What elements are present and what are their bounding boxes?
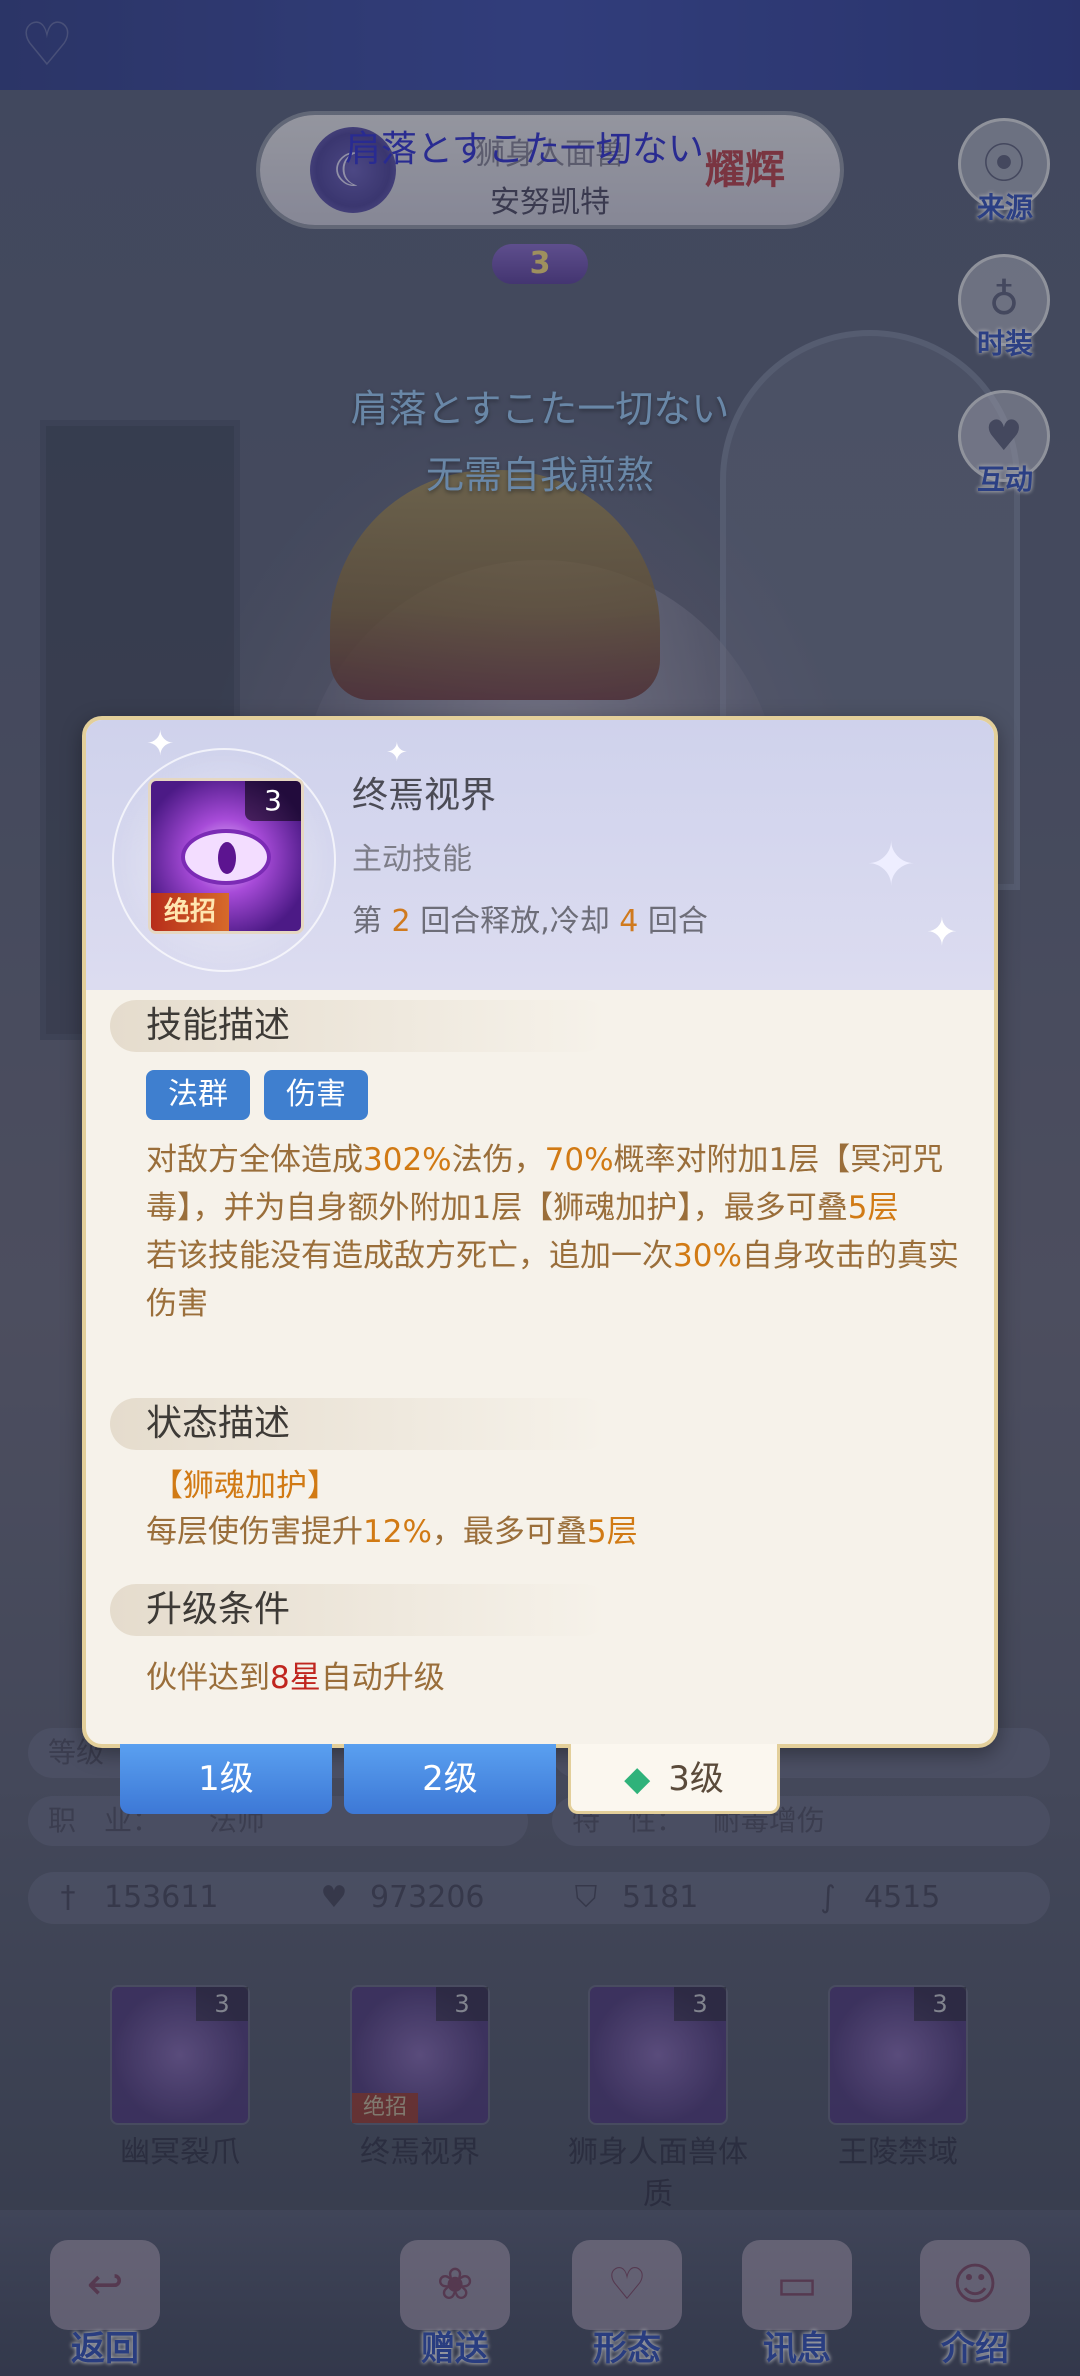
skill-icon-level: 3 — [245, 781, 301, 821]
cd-value: 4 — [619, 904, 639, 939]
desc-stack: 5层 — [847, 1190, 899, 1226]
eye-icon — [181, 829, 271, 885]
tag-damage: 伤害 — [264, 1070, 368, 1120]
cd-round: 2 — [391, 904, 411, 939]
sparkle-icon: ✦ — [146, 724, 175, 764]
status-description: 每层使伤害提升12%，最多可叠5层 — [146, 1508, 966, 1556]
sparkle-icon: ✦ — [386, 738, 408, 768]
desc-text: 对敌方全体造成 — [146, 1142, 363, 1178]
skill-icon: 3 绝招 — [148, 778, 304, 934]
status-name-text: 【狮魂加护】 — [152, 1468, 338, 1504]
tag-aoe-magic: 法群 — [146, 1070, 250, 1120]
upgrade-text: 自动升级 — [320, 1660, 445, 1696]
skill-cooldown: 第 2 回合释放,冷却 4 回合 — [352, 896, 708, 940]
sparkle-icon: ✦ — [866, 830, 917, 900]
skill-type: 主动技能 — [352, 842, 472, 877]
ultimate-badge: 绝招 — [151, 893, 229, 931]
popup-header: ✦ ✦ ✦ ✦ 3 绝招 终焉视界 主动技能 第 2 回合释放,冷却 4 回合 — [86, 720, 994, 990]
cd-prefix: 第 — [352, 904, 382, 939]
cd-suffix: 回合 — [647, 904, 708, 939]
sparkle-icon: ✦ — [926, 910, 958, 954]
desc-text: 若该技能没有造成敌方死亡，追加一次 — [146, 1238, 673, 1274]
upgrade-text: 伙伴达到 — [146, 1660, 270, 1696]
desc-prob-pct: 70% — [544, 1142, 614, 1178]
upgrade-heading: 升级条件 — [110, 1584, 610, 1636]
skill-description: 对敌方全体造成302%法伤，70%概率对附加1层【冥河咒毒】，并为自身额外附加1… — [146, 1136, 966, 1328]
skill-detail-popup: ✦ ✦ ✦ ✦ 3 绝招 终焉视界 主动技能 第 2 回合释放,冷却 4 回合 … — [82, 716, 998, 1748]
status-stack: 5层 — [586, 1514, 638, 1550]
desc-text: 法伤， — [451, 1142, 545, 1178]
level-tab-2[interactable]: 2级 — [344, 1744, 556, 1814]
upgrade-condition: 伙伴达到8星自动升级 — [146, 1654, 966, 1702]
status-text: ，最多可叠 — [431, 1514, 587, 1550]
upgrade-star: 8星 — [270, 1660, 321, 1696]
status-text: 每层使伤害提升 — [146, 1514, 363, 1550]
level-tab-3-label: 3级 — [668, 1759, 724, 1799]
status-desc-heading: 状态描述 — [110, 1398, 610, 1450]
gem-icon: ◆ — [624, 1759, 651, 1799]
desc-damage-pct: 302% — [363, 1142, 452, 1178]
skill-title: 终焉视界 — [352, 775, 497, 816]
desc-extra-pct: 30% — [673, 1238, 742, 1274]
level-tab-1[interactable]: 1级 — [120, 1744, 332, 1814]
status-pct: 12% — [363, 1514, 432, 1550]
level-tab-3[interactable]: ◆ 3级 — [568, 1744, 780, 1814]
status-name: 【狮魂加护】 — [152, 1462, 972, 1510]
skill-desc-heading: 技能描述 — [110, 1000, 610, 1052]
cd-mid: 回合释放,冷却 — [420, 904, 610, 939]
